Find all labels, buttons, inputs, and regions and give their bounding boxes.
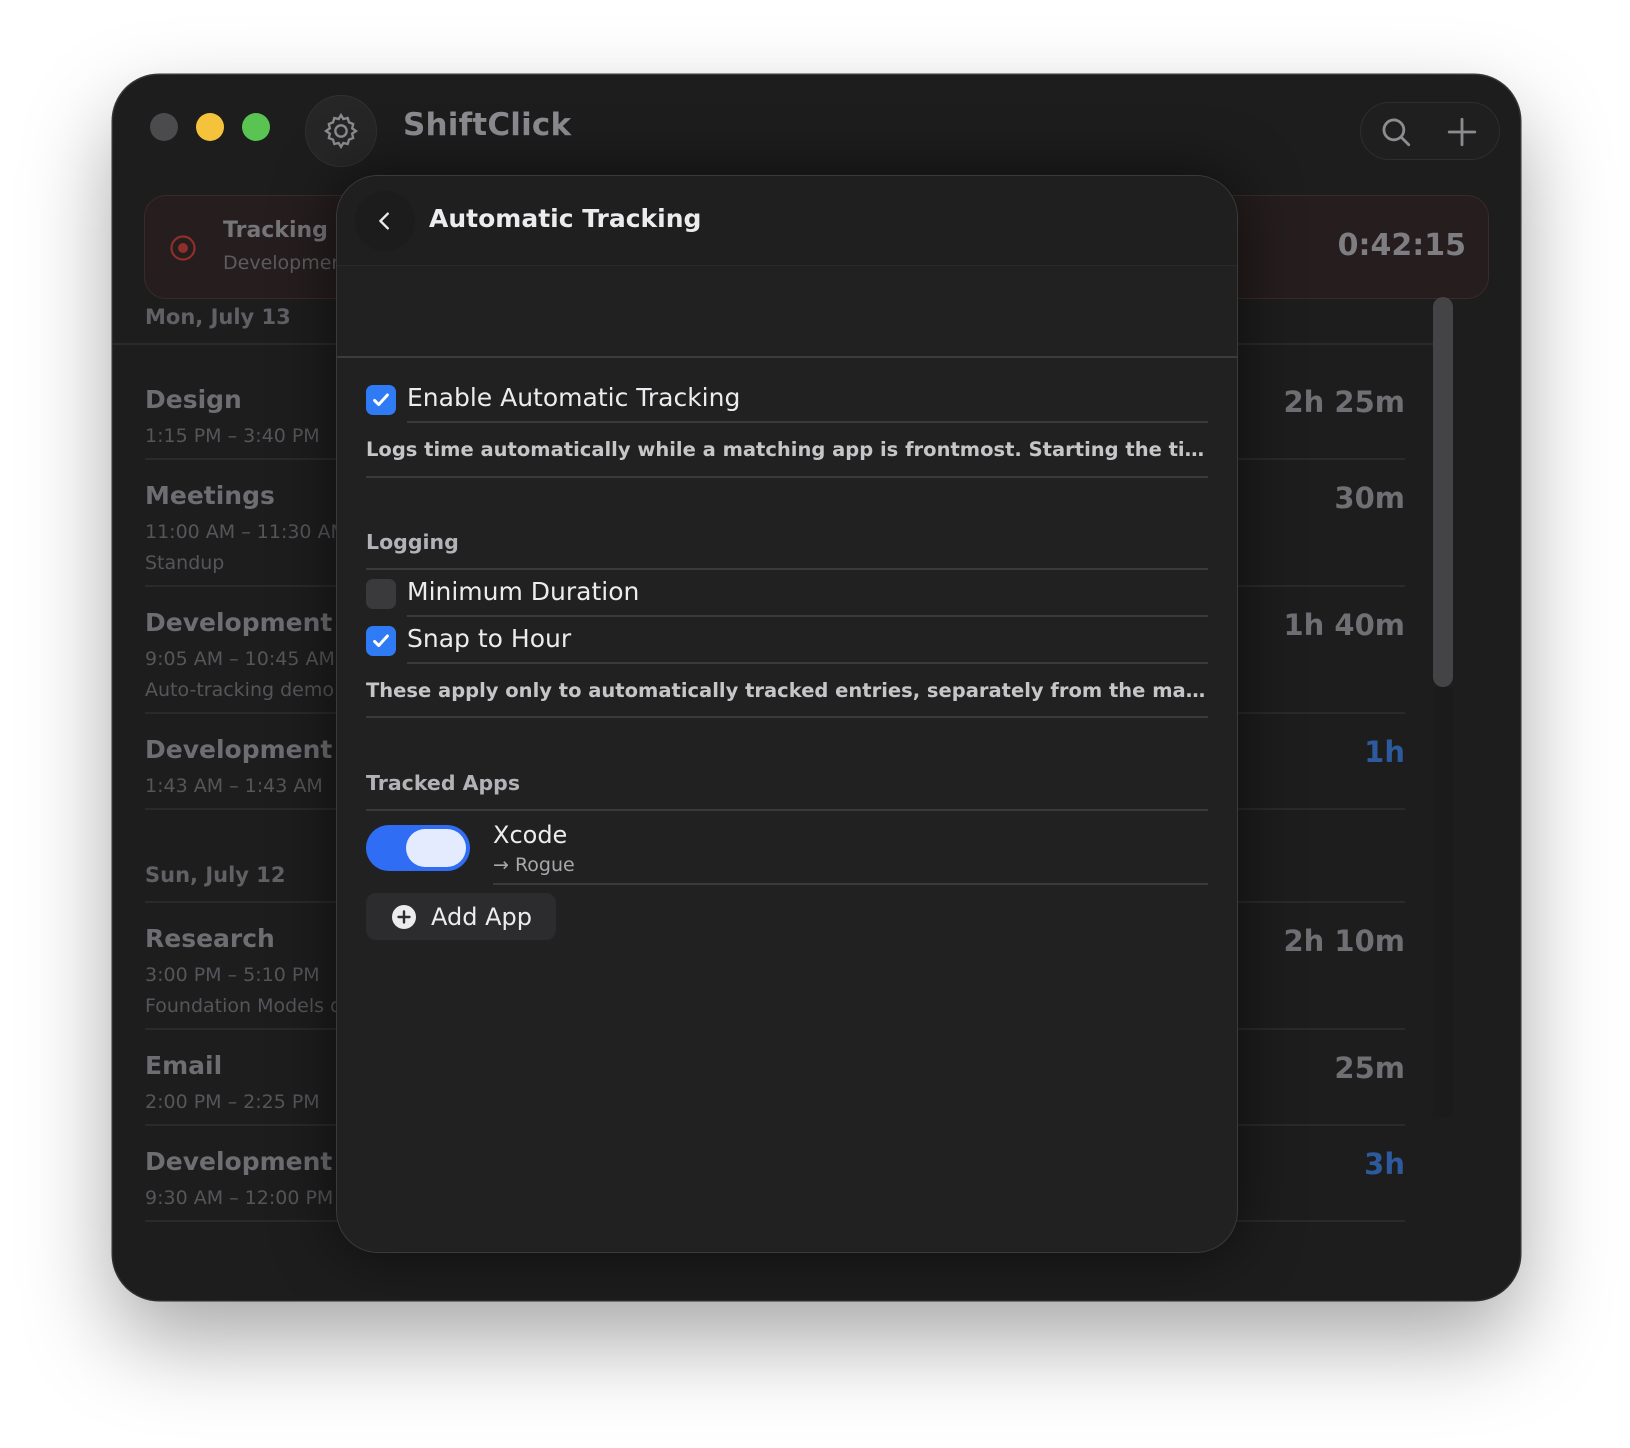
sheet-title: Automatic Tracking [429,204,702,233]
divider [407,421,1208,423]
divider [493,883,1208,885]
entry-time: 9:05 AM – 10:45 AM [145,648,335,670]
scrollbar-thumb[interactable] [1433,297,1453,687]
entry-time: 1:15 PM – 3:40 PM [145,425,320,447]
entry-duration: 2h 10m [1283,924,1406,958]
settings-button[interactable] [305,95,377,167]
entry-title: Meetings [145,481,275,510]
entry-time: 3:00 PM – 5:10 PM [145,964,320,986]
entry-title: Development [145,608,333,637]
window-zoom-button[interactable] [242,113,270,141]
plus-icon[interactable] [1445,115,1479,149]
minimum-duration-label: Minimum Duration [407,577,640,606]
divider [366,568,1208,570]
entry-title: Development [145,735,333,764]
divider [366,809,1208,811]
enable-tracking-label: Enable Automatic Tracking [407,383,741,412]
snap-to-hour-checkbox[interactable] [366,626,396,656]
divider [366,716,1208,718]
enable-tracking-checkbox[interactable] [366,385,396,415]
entry-title: Development [145,1147,333,1176]
enable-description: Logs time automatically while a matching… [366,438,1208,461]
entry-duration: 3h [1364,1147,1405,1181]
entry-time: 1:43 AM – 1:43 AM [145,775,323,797]
divider [407,662,1208,664]
entry-time: 9:30 AM – 12:00 PM [145,1187,334,1209]
back-button[interactable] [355,191,415,251]
app-title: ShiftClick [403,107,572,143]
checkmark-icon [373,634,389,648]
plus-circle-icon [392,904,416,929]
entry-duration: 30m [1334,481,1405,515]
date-header: Mon, July 13 [145,305,291,329]
chevron-left-icon [379,212,389,230]
entry-duration: 25m [1334,1051,1405,1085]
toggle-knob [406,829,466,867]
scrollbar-track [1433,687,1453,1117]
tracked-app-name: Xcode [493,821,568,849]
checkmark-icon [373,393,389,407]
entry-time: 11:00 AM – 11:30 AM [145,521,347,543]
divider [407,615,1208,617]
automatic-tracking-sheet: Automatic Tracking Enable Automatic Trac… [336,175,1238,1253]
divider [366,476,1208,478]
entry-title: Research [145,924,275,953]
toolbar-actions [1360,102,1500,160]
logging-heading: Logging [366,530,459,554]
divider [337,356,1237,358]
record-icon [170,235,196,261]
logging-description: These apply only to automatically tracke… [366,679,1208,702]
window-close-button[interactable] [150,113,178,141]
add-app-button[interactable]: Add App [366,893,556,940]
tracked-app-target: → Rogue [493,854,575,876]
entry-time: 2:00 PM – 2:25 PM [145,1091,320,1113]
xcode-toggle[interactable] [366,825,470,871]
gear-icon [323,112,359,150]
entry-duration: 1h 40m [1283,608,1406,642]
snap-to-hour-label: Snap to Hour [407,624,572,653]
entry-duration: 2h 25m [1283,385,1406,419]
date-header: Sun, July 12 [145,863,286,887]
add-app-label: Add App [431,902,532,931]
sheet-header: Automatic Tracking [337,176,1237,266]
search-icon[interactable] [1379,115,1413,149]
entry-title: Design [145,385,242,414]
entry-note: Standup [145,552,225,574]
entry-duration: 1h [1364,735,1405,769]
minimum-duration-checkbox[interactable] [366,579,396,609]
window-minimize-button[interactable] [196,113,224,141]
entry-title: Email [145,1051,223,1080]
banner-elapsed: 0:42:15 [1337,228,1466,263]
tracked-apps-heading: Tracked Apps [366,771,521,795]
app-window: ShiftClick Tracking Xcode Development · … [113,75,1520,1300]
